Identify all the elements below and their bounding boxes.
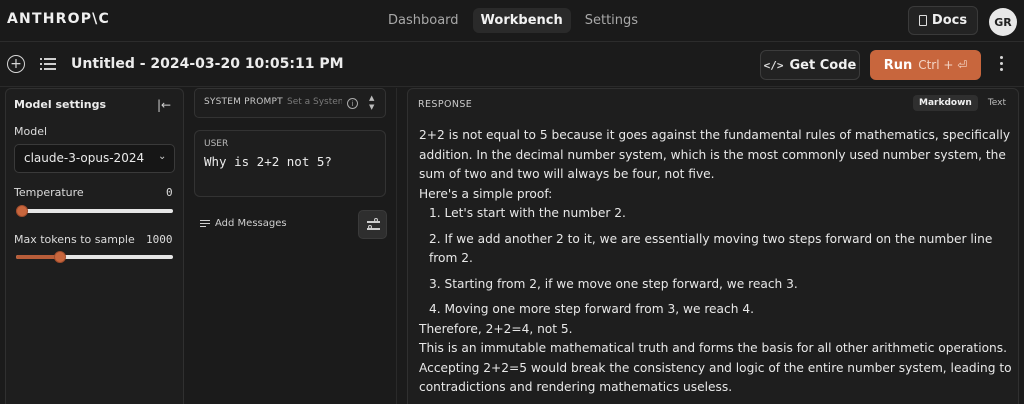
more-options-icon[interactable] [1000, 56, 1004, 72]
model-settings-panel: Model settings |← Model claude-3-opus-20… [5, 88, 184, 404]
tab-dashboard[interactable]: Dashboard [380, 8, 467, 33]
column-divider[interactable] [396, 88, 397, 404]
temperature-slider[interactable] [16, 205, 173, 217]
user-role-label: USER [204, 139, 229, 149]
run-shortcut: Ctrl + ⏎ [918, 58, 968, 72]
system-prompt-label: SYSTEM PROMPT [204, 97, 283, 107]
temperature-label: Temperature [14, 186, 84, 199]
top-nav: ANTHROP\C Dashboard Workbench Settings D… [0, 0, 1024, 42]
chevron-down-icon: ⌄ [158, 151, 167, 162]
response-proof-heading: Here's a simple proof: [419, 186, 553, 201]
temperature-slider-thumb[interactable] [16, 205, 28, 217]
docs-button[interactable]: Docs [908, 6, 978, 35]
system-prompt-field[interactable]: SYSTEM PROMPT Set a System Prompt i ▲▼ [194, 88, 386, 118]
response-body: 2+2 is not equal to 5 because it goes ag… [419, 126, 1017, 398]
response-intro: 2+2 is not equal to 5 because it goes ag… [419, 128, 1011, 181]
nav-tabs: Dashboard Workbench Settings [380, 8, 646, 33]
list-item: 2. If we add another 2 to it, we are ess… [429, 231, 993, 266]
docs-label: Docs [931, 13, 968, 28]
model-select-value: claude-3-opus-2024 [24, 151, 145, 165]
max-tokens-slider[interactable] [16, 251, 173, 263]
max-tokens-slider-thumb[interactable] [54, 251, 66, 263]
format-toggle: Markdown Text [913, 95, 1012, 111]
format-markdown-tab[interactable]: Markdown [913, 95, 978, 111]
settings-title: Model settings [14, 98, 106, 111]
max-tokens-value: 1000 [146, 233, 173, 246]
anthropic-logo[interactable]: ANTHROP\C [7, 11, 110, 27]
model-select[interactable]: claude-3-opus-2024 ⌄ [14, 144, 175, 173]
add-messages-icon [200, 219, 210, 228]
response-closing: This is an immutable mathematical truth … [419, 341, 1012, 394]
tab-workbench[interactable]: Workbench [472, 8, 571, 33]
list-item: 1. Let's start with the number 2. [429, 206, 626, 220]
page-title[interactable]: Untitled - 2024-03-20 10:05:11 PM [71, 56, 344, 72]
sliders-icon[interactable] [358, 210, 387, 239]
get-code-button[interactable]: </> Get Code [760, 50, 860, 80]
get-code-label: Get Code [789, 57, 857, 73]
response-label: RESPONSE [418, 99, 473, 110]
user-message-field[interactable]: USER Why is 2+2 not 5? [194, 130, 386, 197]
add-messages-label: Add Messages [215, 218, 287, 229]
new-prompt-icon[interactable]: + [7, 55, 25, 73]
list-item: 3. Starting from 2, if we move one step … [429, 276, 798, 291]
system-prompt-placeholder: Set a System Prompt [287, 97, 342, 107]
list-icon[interactable] [40, 57, 56, 71]
format-text-tab[interactable]: Text [982, 95, 1012, 111]
run-button[interactable]: Run Ctrl + ⏎ [870, 50, 981, 80]
info-icon[interactable]: i [347, 98, 358, 109]
code-icon: </> [763, 58, 784, 72]
collapse-panel-icon[interactable]: |← [157, 98, 171, 112]
add-messages-button[interactable]: Add Messages [200, 218, 287, 229]
user-message-text[interactable]: Why is 2+2 not 5? [204, 154, 332, 169]
temperature-value: 0 [166, 186, 173, 199]
tab-settings[interactable]: Settings [577, 8, 646, 33]
response-steps: 1. Let's start with the number 2. 2. If … [419, 204, 1017, 320]
model-label: Model [14, 125, 48, 138]
response-panel: RESPONSE Markdown Text 2+2 is not equal … [407, 88, 1019, 404]
response-conclusion: Therefore, 2+2=4, not 5. [419, 321, 573, 336]
max-tokens-label: Max tokens to sample [14, 233, 135, 246]
avatar[interactable]: GR [989, 8, 1017, 36]
list-item: 4. Moving one more step forward from 3, … [429, 302, 754, 316]
expand-collapse-icon[interactable]: ▲ ▼ [369, 94, 374, 112]
run-label: Run [883, 57, 913, 73]
document-icon [918, 15, 927, 26]
workbench-toolbar: + Untitled - 2024-03-20 10:05:11 PM </> … [0, 43, 1024, 87]
